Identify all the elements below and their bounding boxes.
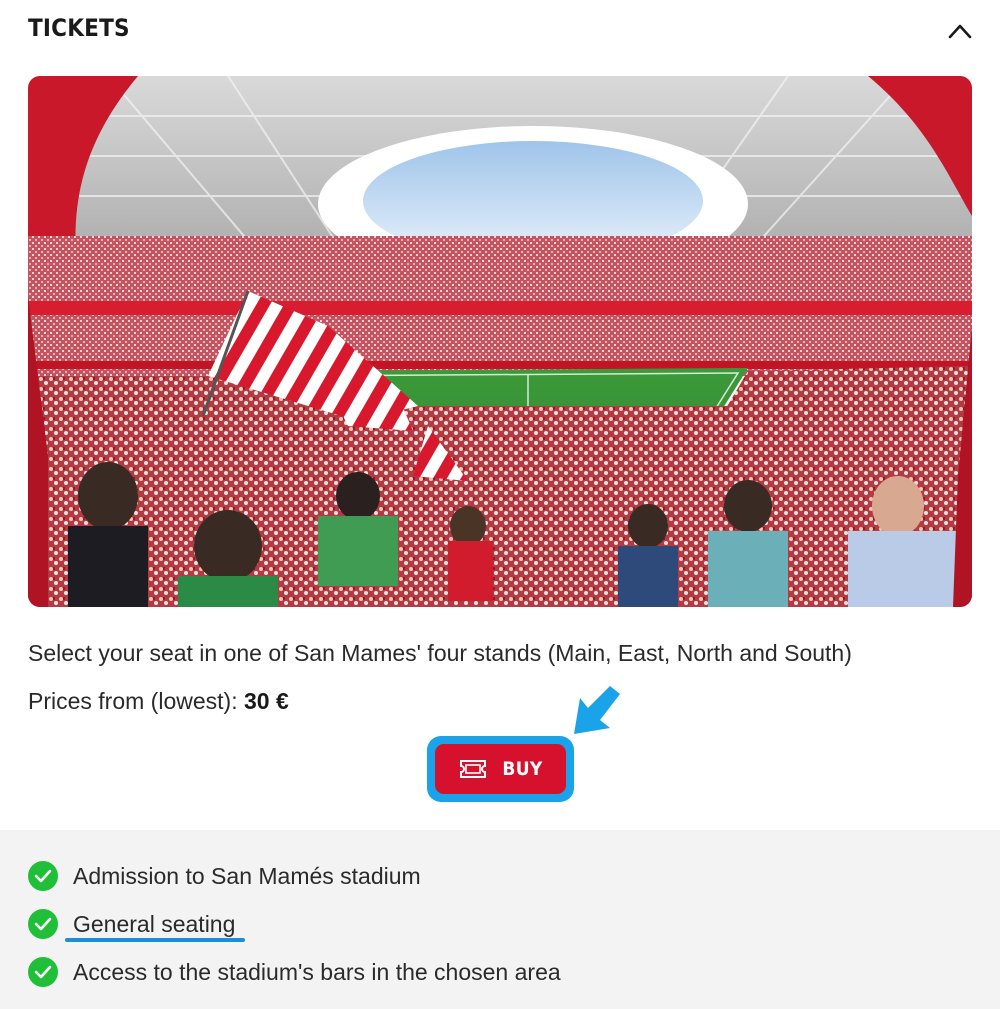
features-panel: Admission to San Mamés stadium General s… [0, 830, 1000, 1009]
highlight-underline [65, 938, 245, 942]
buy-label: BUY [502, 758, 543, 780]
price-label: Prices from (lowest): [28, 688, 244, 714]
chevron-up-icon [948, 24, 972, 39]
feature-label: Access to the stadium's bars in the chos… [73, 958, 561, 985]
ticket-icon [460, 760, 487, 778]
buy-button-highlight: BUY [427, 736, 574, 802]
stands-description: Select your seat in one of San Mames' fo… [28, 640, 852, 666]
check-icon [28, 957, 58, 987]
check-icon [28, 861, 58, 891]
stadium-photo [28, 76, 972, 607]
collapse-button[interactable] [940, 14, 980, 48]
feature-item: General seating [28, 908, 235, 940]
buy-button[interactable]: BUY [435, 744, 566, 794]
tickets-header: TICKETS [0, 0, 1000, 62]
feature-item: Admission to San Mamés stadium [28, 860, 421, 892]
feature-label: General seating [73, 910, 236, 937]
feature-label: Admission to San Mamés stadium [73, 862, 421, 889]
section-title: TICKETS [28, 14, 130, 42]
feature-item: Access to the stadium's bars in the chos… [28, 956, 561, 988]
check-icon [28, 909, 58, 939]
arrow-down-left-icon [570, 684, 624, 738]
price-value: 30 € [243, 688, 289, 714]
price-line: Prices from (lowest): 30 € [28, 688, 289, 715]
